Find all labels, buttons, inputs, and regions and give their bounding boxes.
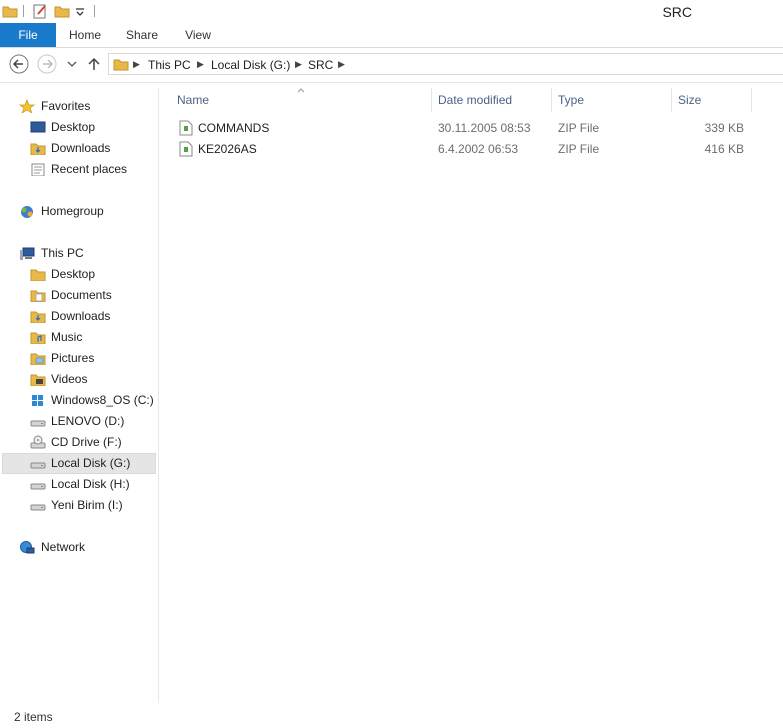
nav-this-pc-desktop[interactable]: Desktop <box>2 264 156 285</box>
breadcrumb-src[interactable]: SRC <box>308 58 333 72</box>
nav-this-pc[interactable]: This PC <box>2 243 156 264</box>
cd-drive-icon <box>30 435 46 449</box>
recent-places-icon <box>31 163 45 176</box>
nav-favorites-recent-places[interactable]: Recent places <box>2 159 156 180</box>
videos-folder-icon <box>30 374 46 386</box>
nav-favorites-downloads[interactable]: Downloads <box>2 138 156 159</box>
breadcrumb-this-pc[interactable]: This PC <box>148 58 191 72</box>
item-count: 2 items <box>14 710 53 724</box>
nav-this-pc-downloads[interactable]: Downloads <box>2 306 156 327</box>
column-header-date-modified[interactable]: Date modified <box>438 88 548 112</box>
windows-drive-icon <box>32 395 43 406</box>
hard-drive-icon <box>30 462 46 469</box>
file-name: COMMANDS <box>198 121 270 135</box>
nav-drive-d[interactable]: LENOVO (D:) <box>2 411 156 432</box>
toolbar-separator <box>23 5 24 17</box>
file-size: 416 KB <box>704 142 744 156</box>
file-row[interactable]: KE2026AS 6.4.2002 06:53 ZIP File 416 KB <box>175 139 755 160</box>
computer-icon <box>20 247 35 260</box>
nav-this-pc-pictures[interactable]: Pictures <box>2 348 156 369</box>
zip-file-icon <box>179 141 193 157</box>
folder-icon[interactable] <box>2 3 18 19</box>
customize-toolbar-chevron-icon[interactable] <box>74 3 86 19</box>
tab-share[interactable]: Share <box>118 23 166 47</box>
breadcrumb-local-disk-g[interactable]: Local Disk (G:) <box>211 58 290 72</box>
navigation-pane: Favorites Desktop Downloads Recent place… <box>0 88 159 703</box>
music-folder-icon <box>30 332 46 344</box>
hard-drive-icon <box>30 420 46 427</box>
column-divider[interactable] <box>551 88 552 112</box>
zip-file-icon <box>179 120 193 136</box>
network-icon <box>20 541 35 554</box>
column-divider[interactable] <box>751 88 752 112</box>
file-type: ZIP File <box>558 142 600 156</box>
back-button[interactable] <box>9 54 29 74</box>
hard-drive-icon <box>30 483 46 490</box>
window-title: SRC <box>662 4 692 20</box>
file-size: 339 KB <box>704 121 744 135</box>
downloads-folder-icon <box>30 143 46 155</box>
file-name: KE2026AS <box>198 142 257 156</box>
breadcrumb-separator-icon[interactable]: ▶ <box>338 59 345 70</box>
column-header-type[interactable]: Type <box>558 88 668 112</box>
breadcrumb-separator-icon[interactable]: ▶ <box>295 59 302 70</box>
nav-drive-i[interactable]: Yeni Birim (I:) <box>2 495 156 516</box>
homegroup-icon <box>21 206 33 218</box>
tab-view[interactable]: View <box>174 23 222 47</box>
title-bar: SRC <box>0 0 783 23</box>
file-type: ZIP File <box>558 121 600 135</box>
up-arrow-icon[interactable] <box>87 56 101 72</box>
navigation-bar: ▶ This PC ▶ Local Disk (G:) ▶ SRC ▶ <box>0 48 783 83</box>
folder-icon <box>113 59 129 71</box>
star-icon <box>19 99 35 113</box>
nav-homegroup[interactable]: Homegroup <box>2 201 156 222</box>
file-row[interactable]: COMMANDS 30.11.2005 08:53 ZIP File 339 K… <box>175 118 755 139</box>
nav-drive-h[interactable]: Local Disk (H:) <box>2 474 156 495</box>
breadcrumb-separator-icon[interactable]: ▶ <box>133 59 140 70</box>
file-date-modified: 6.4.2002 06:53 <box>438 142 519 156</box>
address-bar[interactable]: ▶ This PC ▶ Local Disk (G:) ▶ SRC ▶ <box>108 53 783 75</box>
column-divider[interactable] <box>671 88 672 112</box>
column-header-size[interactable]: Size <box>678 88 748 112</box>
desktop-icon <box>30 121 46 133</box>
nav-favorites[interactable]: Favorites <box>2 96 156 117</box>
tab-home[interactable]: Home <box>60 23 110 47</box>
documents-folder-icon <box>30 290 46 302</box>
hard-drive-icon <box>30 504 46 511</box>
column-header-name[interactable]: Name <box>177 88 427 112</box>
nav-drive-f[interactable]: CD Drive (F:) <box>2 432 156 453</box>
nav-favorites-desktop[interactable]: Desktop <box>2 117 156 138</box>
file-list-pane: Name Date modified Type Size COMMANDS 30… <box>159 88 783 703</box>
forward-button[interactable] <box>37 54 57 74</box>
toolbar-separator <box>94 5 95 17</box>
recent-locations-chevron-icon[interactable] <box>67 60 77 68</box>
status-bar: 2 items <box>0 703 783 728</box>
nav-network[interactable]: Network <box>2 537 156 558</box>
folder-icon <box>30 269 46 281</box>
column-divider[interactable] <box>431 88 432 112</box>
downloads-folder-icon <box>30 311 46 323</box>
breadcrumb-separator-icon[interactable]: ▶ <box>197 59 204 70</box>
nav-this-pc-documents[interactable]: Documents <box>2 285 156 306</box>
file-date-modified: 30.11.2005 08:53 <box>438 121 531 135</box>
tab-file[interactable]: File <box>0 23 56 47</box>
pictures-folder-icon <box>30 353 46 365</box>
nav-this-pc-music[interactable]: Music <box>2 327 156 348</box>
ribbon-tabs: File Home Share View <box>0 23 783 48</box>
new-folder-icon[interactable] <box>54 3 70 19</box>
nav-drive-g[interactable]: Local Disk (G:) <box>2 453 156 474</box>
nav-drive-c[interactable]: Windows8_OS (C:) <box>2 390 156 411</box>
nav-this-pc-videos[interactable]: Videos <box>2 369 156 390</box>
properties-icon[interactable] <box>32 3 48 19</box>
